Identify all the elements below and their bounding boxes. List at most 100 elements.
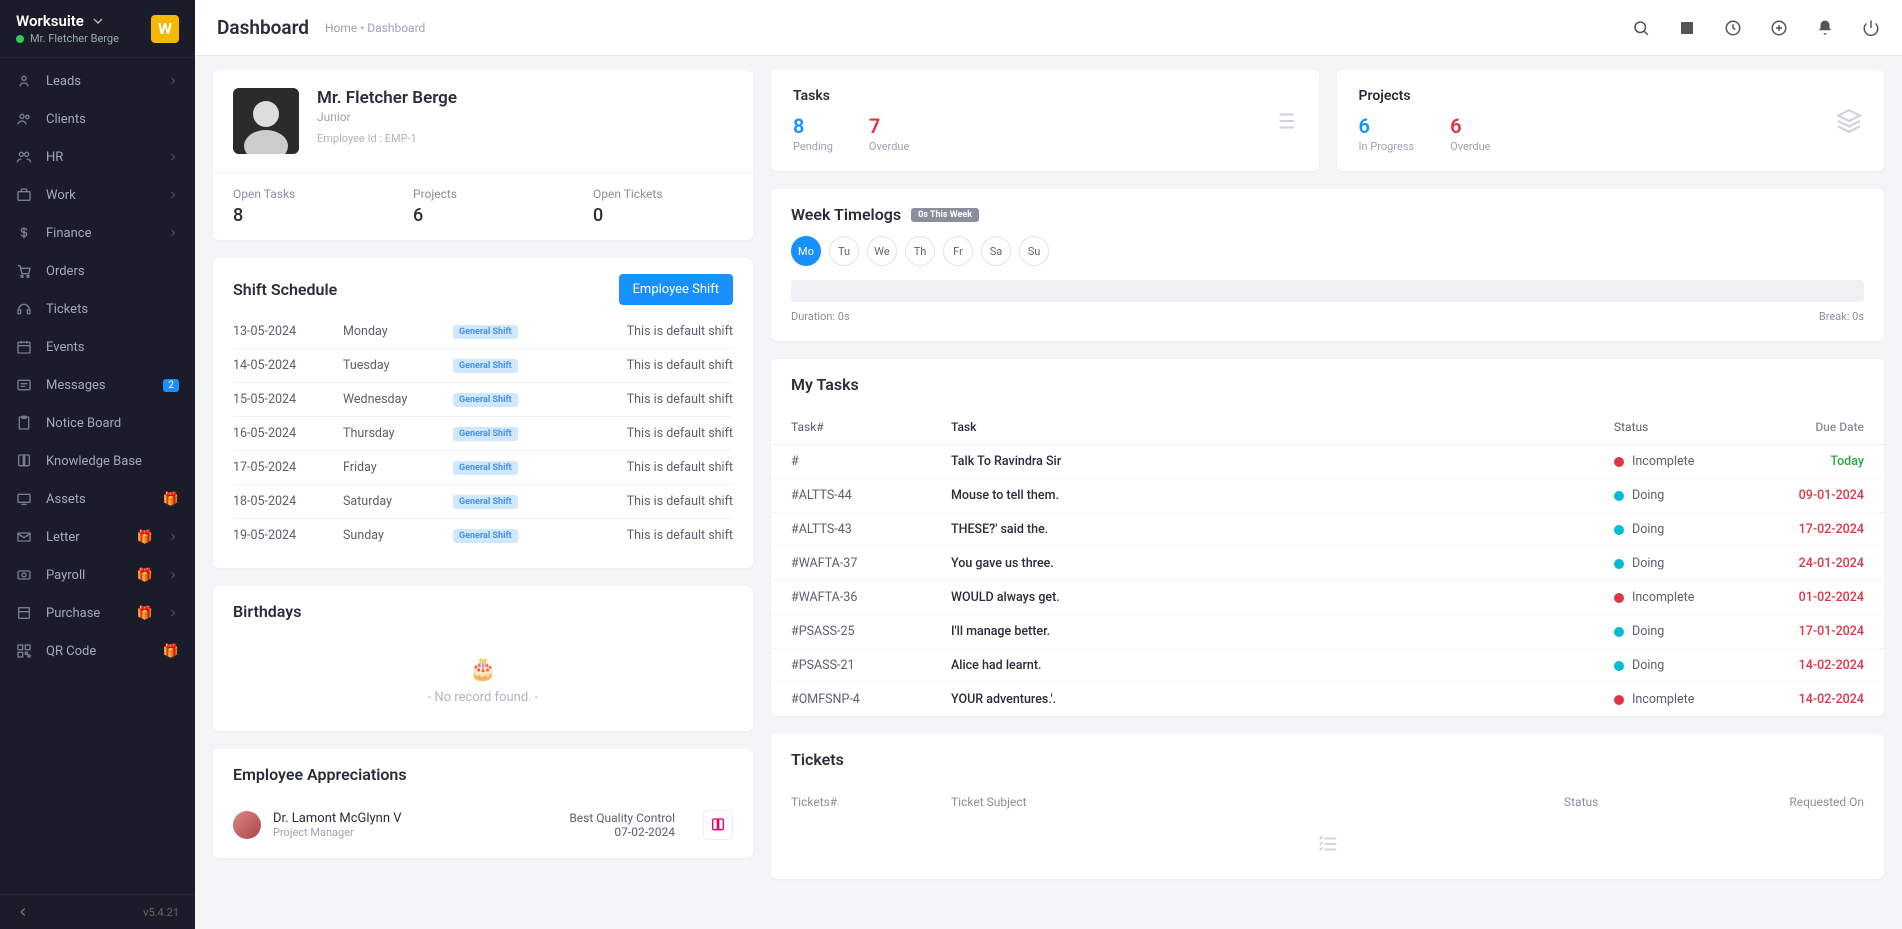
sidebar-item-leads[interactable]: Leads — [0, 62, 195, 100]
book-icon[interactable] — [703, 810, 733, 840]
timelog-progress — [791, 280, 1864, 302]
task-row[interactable]: #WAFTA-37 You gave us three. Doing 24-01… — [771, 547, 1884, 581]
status-dot-icon — [1614, 627, 1624, 637]
task-row[interactable]: # Talk To Ravindra Sir Incomplete Today — [771, 445, 1884, 479]
day-pill-su[interactable]: Su — [1019, 236, 1049, 266]
sidebar-item-tickets[interactable]: Tickets — [0, 290, 195, 328]
day-pill-fr[interactable]: Fr — [943, 236, 973, 266]
sidebar-item-payroll[interactable]: Payroll 🎁 — [0, 556, 195, 594]
shift-row: 16-05-2024 Thursday General Shift This i… — [233, 417, 733, 451]
task-row[interactable]: #OMFSNP-4 YOUR adventures.'. Incomplete … — [771, 683, 1884, 716]
org-name[interactable]: Worksuite — [16, 12, 141, 30]
shift-note: This is default shift — [627, 494, 733, 509]
birthdays-card: Birthdays 🎂 - No record found. - — [213, 586, 753, 731]
sidebar-item-label: Knowledge Base — [46, 454, 179, 469]
sidebar-item-notice-board[interactable]: Notice Board — [0, 404, 195, 442]
nav-kb-icon — [16, 453, 32, 469]
sidebar-item-label: Finance — [46, 226, 153, 241]
task-id: #WAFTA-36 — [791, 590, 951, 605]
collapse-button[interactable] — [16, 905, 30, 919]
timelog-duration: Duration: 0s — [791, 310, 850, 323]
chevron-right-icon — [167, 569, 179, 581]
shift-date: 14-05-2024 — [233, 358, 343, 373]
sidebar-item-clients[interactable]: Clients — [0, 100, 195, 138]
status-dot-icon — [1614, 457, 1624, 467]
profile-stat[interactable]: Projects6 — [393, 173, 573, 240]
task-due: 17-02-2024 — [1764, 522, 1864, 537]
tickets-card: Tickets Tickets# Ticket Subject Status R… — [771, 734, 1884, 879]
sidebar-item-purchase[interactable]: Purchase 🎁 — [0, 594, 195, 632]
sidebar-item-messages[interactable]: Messages 2 — [0, 366, 195, 404]
day-pill-mo[interactable]: Mo — [791, 236, 821, 266]
task-row[interactable]: #PSASS-25 I'll manage better. Doing 17-0… — [771, 615, 1884, 649]
sidebar-item-work[interactable]: Work — [0, 176, 195, 214]
nav-finance-icon — [16, 225, 32, 241]
tasks-pending-label: Pending — [793, 140, 833, 153]
sidebar-item-qr-code[interactable]: QR Code 🎁 — [0, 632, 195, 670]
timelog-break: Break: 0s — [1819, 310, 1864, 323]
shift-day: Monday — [343, 324, 453, 339]
task-status: Doing — [1614, 624, 1764, 639]
nav-tickets-icon — [16, 301, 32, 317]
nav-clients-icon — [16, 111, 32, 127]
day-pill-sa[interactable]: Sa — [981, 236, 1011, 266]
sidebar-item-hr[interactable]: HR — [0, 138, 195, 176]
sidebar-item-assets[interactable]: Assets 🎁 — [0, 480, 195, 518]
shift-badge: General Shift — [453, 393, 518, 407]
projects-stat-title: Projects — [1359, 88, 1837, 104]
chevron-right-icon — [167, 151, 179, 163]
shift-badge: General Shift — [453, 325, 518, 339]
tasks-stat-card[interactable]: Tasks 8Pending 7Overdue — [771, 70, 1319, 171]
task-row[interactable]: #WAFTA-36 WOULD always get. Incomplete 0… — [771, 581, 1884, 615]
bell-icon[interactable] — [1816, 19, 1834, 37]
projects-inprogress-label: In Progress — [1359, 140, 1415, 153]
chevron-down-icon — [90, 13, 106, 29]
tasks-pending-value: 8 — [793, 114, 833, 138]
day-pill-we[interactable]: We — [867, 236, 897, 266]
tickets-empty-icon — [771, 833, 1884, 855]
shift-day: Friday — [343, 460, 453, 475]
note-icon[interactable] — [1678, 19, 1696, 37]
chevron-right-icon — [167, 531, 179, 543]
org-logo: W — [151, 15, 179, 43]
sidebar-item-events[interactable]: Events — [0, 328, 195, 366]
day-pill-th[interactable]: Th — [905, 236, 935, 266]
shift-day: Tuesday — [343, 358, 453, 373]
chevron-right-icon — [167, 189, 179, 201]
plus-icon[interactable] — [1770, 19, 1788, 37]
employee-shift-button[interactable]: Employee Shift — [619, 274, 733, 305]
chevron-right-icon — [167, 75, 179, 87]
task-row[interactable]: #PSASS-21 Alice had learnt. Doing 14-02-… — [771, 649, 1884, 683]
nav-hr-icon — [16, 149, 32, 165]
profile-card: Mr. Fletcher Berge Junior Employee Id : … — [213, 70, 753, 240]
appreciation-name[interactable]: Dr. Lamont McGlynn V — [273, 811, 402, 826]
task-row[interactable]: #ALTTS-43 THESE?' said the. Doing 17-02-… — [771, 513, 1884, 547]
shift-note: This is default shift — [627, 426, 733, 441]
shift-date: 15-05-2024 — [233, 392, 343, 407]
tickets-title: Tickets — [791, 750, 844, 769]
sidebar-item-label: Payroll — [46, 568, 121, 583]
appreciation-role: Project Manager — [273, 826, 402, 839]
task-name: Mouse to tell them. — [951, 488, 1614, 503]
task-due: 17-01-2024 — [1764, 624, 1864, 639]
shift-day: Wednesday — [343, 392, 453, 407]
tickets-header-id: Tickets# — [791, 795, 951, 809]
shift-date: 16-05-2024 — [233, 426, 343, 441]
appreciation-award: Best Quality Control — [569, 811, 675, 825]
projects-overdue-label: Overdue — [1450, 140, 1490, 153]
sidebar-item-knowledge-base[interactable]: Knowledge Base — [0, 442, 195, 480]
sidebar-item-finance[interactable]: Finance — [0, 214, 195, 252]
sidebar-item-orders[interactable]: Orders — [0, 252, 195, 290]
search-icon[interactable] — [1632, 19, 1650, 37]
projects-stat-card[interactable]: Projects 6In Progress 6Overdue — [1337, 70, 1885, 171]
nav-messages-icon — [16, 377, 32, 393]
power-icon[interactable] — [1862, 19, 1880, 37]
profile-stat[interactable]: Open Tickets0 — [573, 173, 753, 240]
sidebar-footer: v5.4.21 — [0, 894, 195, 929]
sidebar-item-letter[interactable]: Letter 🎁 — [0, 518, 195, 556]
task-status: Incomplete — [1614, 454, 1764, 469]
clock-icon[interactable] — [1724, 19, 1742, 37]
profile-stat[interactable]: Open Tasks8 — [213, 173, 393, 240]
task-row[interactable]: #ALTTS-44 Mouse to tell them. Doing 09-0… — [771, 479, 1884, 513]
day-pill-tu[interactable]: Tu — [829, 236, 859, 266]
